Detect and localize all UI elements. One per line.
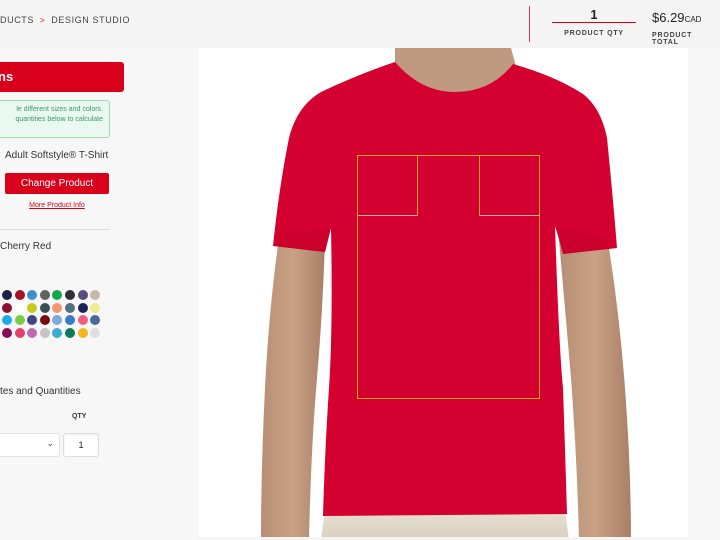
info-line: quantities below to calculate (15, 116, 103, 123)
color-swatch[interactable] (2, 302, 12, 313)
color-swatch-grid (2, 290, 106, 338)
selected-color-name: Cherry Red (0, 241, 52, 252)
breadcrumb-separator: > (40, 16, 46, 25)
breadcrumb-products[interactable]: DUCTS (0, 15, 34, 25)
color-swatch[interactable] (14, 302, 25, 313)
product-qty-label: PRODUCT QTY (564, 30, 624, 37)
color-swatch[interactable] (64, 315, 75, 326)
quantity-input[interactable]: 1 (63, 433, 99, 457)
product-total-value: $6.29CAD (652, 9, 718, 28)
product-total-amount: $6.29 (652, 10, 685, 25)
color-swatch[interactable] (64, 327, 75, 338)
color-swatch[interactable] (27, 290, 38, 300)
more-product-info-link[interactable]: More Product Info (5, 202, 109, 209)
color-swatch[interactable] (39, 327, 50, 338)
header-bar: DUCTS > DESIGN STUDIO 1 PRODUCT QTY $6.29C… (0, 0, 720, 46)
panel-title-text: ns (0, 69, 14, 84)
model-right-arm (559, 236, 631, 540)
color-swatch[interactable] (77, 315, 88, 326)
product-options-panel: ns le different sizes and colors. quanti… (0, 48, 199, 540)
product-total-currency: CAD (684, 15, 702, 24)
panel-title: ns (0, 62, 124, 92)
color-swatch[interactable] (39, 290, 50, 300)
color-swatch[interactable] (2, 315, 12, 326)
product-total-summary: $6.29CAD PRODUCT TOTAL (652, 9, 718, 46)
color-swatch[interactable] (14, 327, 25, 338)
color-swatch[interactable] (64, 302, 75, 313)
color-swatch[interactable] (77, 327, 88, 338)
model-left-arm (261, 238, 325, 540)
design-canvas[interactable] (199, 48, 688, 540)
qty-column-label: QTY (72, 413, 87, 420)
color-swatch[interactable] (52, 327, 63, 338)
design-studio-page: DUCTS > DESIGN STUDIO 1 PRODUCT QTY $6.29C… (0, 0, 720, 540)
divider (0, 229, 110, 230)
color-swatch[interactable] (90, 302, 101, 313)
color-swatch[interactable] (14, 290, 25, 300)
product-qty-summary: 1 PRODUCT QTY (552, 6, 636, 37)
breadcrumb: DUCTS > DESIGN STUDIO (0, 15, 130, 25)
color-swatch[interactable] (90, 315, 101, 326)
right-gutter (688, 48, 720, 540)
design-area-right-chest[interactable] (479, 155, 540, 216)
design-area-left-chest[interactable] (357, 155, 418, 216)
product-name: Adult Softstyle® T-Shirt (5, 150, 109, 161)
size-select[interactable]: ⌄ (0, 433, 60, 457)
color-swatch[interactable] (27, 327, 38, 338)
product-total-label: PRODUCT TOTAL (652, 32, 693, 46)
color-swatch[interactable] (90, 327, 101, 338)
color-swatch[interactable] (2, 327, 12, 338)
sizes-quantities-title: tes and Quantities (0, 386, 81, 397)
color-swatch[interactable] (77, 302, 88, 313)
color-swatch[interactable] (39, 315, 50, 326)
color-swatch[interactable] (39, 302, 50, 313)
color-swatch[interactable] (52, 290, 63, 300)
color-swatch[interactable] (27, 302, 38, 313)
color-swatch[interactable] (64, 290, 75, 300)
color-swatch[interactable] (52, 315, 63, 326)
header-divider (529, 6, 530, 42)
chevron-down-icon: ⌄ (46, 438, 54, 448)
color-swatch[interactable] (2, 290, 12, 300)
change-product-button[interactable]: Change Product (5, 173, 109, 194)
breadcrumb-design-studio: DESIGN STUDIO (51, 15, 131, 25)
color-swatch[interactable] (14, 315, 25, 326)
color-swatch[interactable] (77, 290, 88, 300)
info-box: le different sizes and colors. quantitie… (0, 100, 110, 138)
color-swatch[interactable] (27, 315, 38, 326)
color-swatch[interactable] (52, 302, 63, 313)
product-qty-value: 1 (552, 6, 636, 23)
info-line: le different sizes and colors. (16, 106, 103, 113)
color-swatch[interactable] (90, 290, 101, 300)
